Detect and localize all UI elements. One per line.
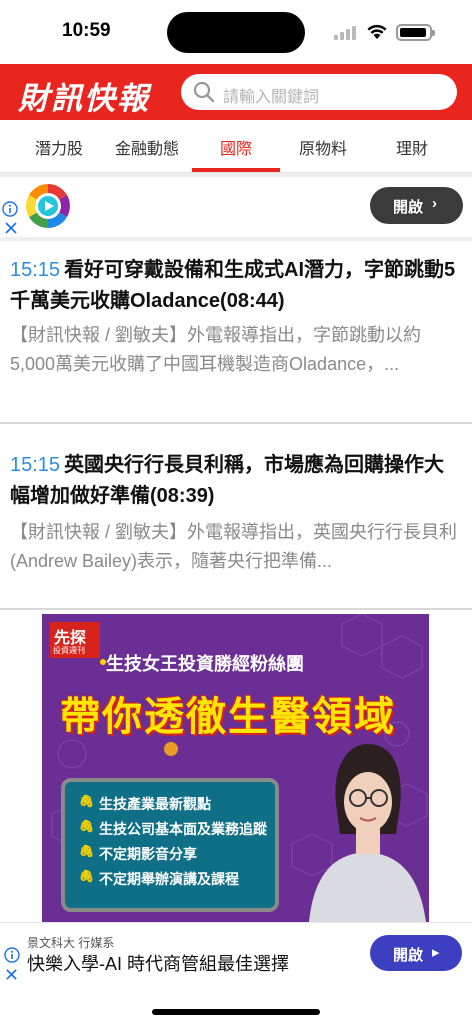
- article-summary: 【財訊快報 / 劉敏夫】外電報導指出，字節跳動以約5,000萬美元收購了中國耳機…: [10, 325, 422, 374]
- news-article[interactable]: 15:15 看好可穿戴設備和生成式AI潛力，字節跳動5千萬美元收購Oladance…: [0, 241, 472, 421]
- news-article[interactable]: 15:15 英國央行行長貝利稱，市場應為回購操作大幅增加做好準備(08:39) 【…: [0, 424, 472, 608]
- play-arrow-icon: ▸: [432, 944, 440, 961]
- search-input[interactable]: 請輸入關鍵詞: [181, 74, 457, 110]
- promo-board: 生技產業最新觀點 生技公司基本面及業務追蹤 不定期影音分享 不定期舉辦演講及課程: [61, 778, 279, 912]
- ad-open-button-label: 開啟: [393, 199, 424, 216]
- tab-potential-stocks[interactable]: 潛力股: [35, 135, 83, 159]
- wifi-icon: [367, 24, 387, 39]
- ad-banner-bottom[interactable]: 景文科大 行媒系 快樂入學-AI 時代商管組最佳選擇 開啟 ▸: [0, 922, 472, 984]
- chevron-right-icon: ›: [432, 195, 437, 212]
- article-headline: 看好可穿戴設備和生成式AI潛力，字節跳動5千萬美元收購Oladance(08:4…: [10, 259, 456, 312]
- battery-icon: [396, 24, 435, 41]
- cellular-signal-icon: [334, 26, 360, 40]
- article-time: 15:15: [10, 454, 61, 476]
- category-tabs: 潛力股 金融動態 國際 原物料 理財: [0, 120, 472, 173]
- presenter-photo: [309, 744, 426, 922]
- article-title[interactable]: 15:15 英國央行行長貝利稱，市場應為回購操作大幅增加做好準備(08:39): [10, 450, 462, 512]
- article-summary: 【財訊快報 / 劉敏夫】外電報導指出，英國央行行長貝利(Andrew Baile…: [10, 522, 458, 571]
- ad-advertiser: 景文科大 行媒系: [27, 936, 115, 950]
- article-title[interactable]: 15:15 看好可穿戴設備和生成式AI潛力，字節跳動5千萬美元收購Oladance…: [10, 255, 462, 317]
- ad-banner-top[interactable]: 開啟 ›: [0, 177, 472, 237]
- article-headline: 英國央行行長貝利稱，市場應為回購操作大幅增加做好準備(08:39): [10, 454, 445, 507]
- divider: [0, 922, 472, 923]
- tab-financial-news[interactable]: 金融動態: [115, 135, 179, 159]
- active-tab-indicator: [192, 168, 280, 172]
- home-indicator[interactable]: [152, 1009, 320, 1015]
- ad-close-icon[interactable]: [4, 221, 18, 235]
- promo-bullet: 不定期影音分享: [79, 844, 267, 869]
- status-bar: 10:59: [0, 0, 472, 64]
- article-separator: [0, 608, 472, 610]
- ad-open-button[interactable]: 開啟 ›: [370, 187, 463, 224]
- ad-info-icon[interactable]: [4, 947, 20, 963]
- promo-bullet: 生技產業最新觀點: [79, 794, 267, 819]
- ad-open-button-label: 開啟: [393, 947, 424, 964]
- app-header: 財訊快報 請輸入關鍵詞: [0, 64, 472, 120]
- ad-close-icon[interactable]: [5, 968, 18, 981]
- promo-bullet: 不定期舉辦演講及課程: [79, 869, 267, 894]
- tab-international[interactable]: 國際: [220, 135, 252, 159]
- tab-wealth-management[interactable]: 理財: [396, 135, 428, 159]
- promo-banner-image[interactable]: 先探 投資週刊 生技女王投資勝經粉絲團 帶你透徹生醫領域 生技產業最新觀點 生技…: [42, 614, 429, 922]
- brand-logo[interactable]: 財訊快報: [18, 73, 150, 118]
- ad-headline[interactable]: 快樂入學-AI 時代商管組最佳選擇: [27, 950, 289, 976]
- ad-open-button[interactable]: 開啟 ▸: [370, 935, 462, 971]
- search-icon: [193, 81, 215, 103]
- promo-subtitle: 生技女王投資勝經粉絲團: [106, 654, 304, 674]
- promo-badge: 先探 投資週刊: [50, 622, 100, 658]
- ad-info-icon[interactable]: [2, 201, 18, 217]
- search-placeholder: 請輸入關鍵詞: [223, 89, 320, 106]
- promo-bullet: 生技公司基本面及業務追蹤: [79, 819, 267, 844]
- article-time: 15:15: [10, 259, 61, 281]
- ad-app-logo-icon: [26, 184, 70, 228]
- tab-raw-materials[interactable]: 原物料: [299, 135, 347, 159]
- promo-badge-subtitle: 投資週刊: [53, 646, 85, 655]
- dynamic-island: [167, 12, 305, 53]
- pushpin-icon: [164, 742, 178, 756]
- status-time: 10:59: [62, 20, 111, 41]
